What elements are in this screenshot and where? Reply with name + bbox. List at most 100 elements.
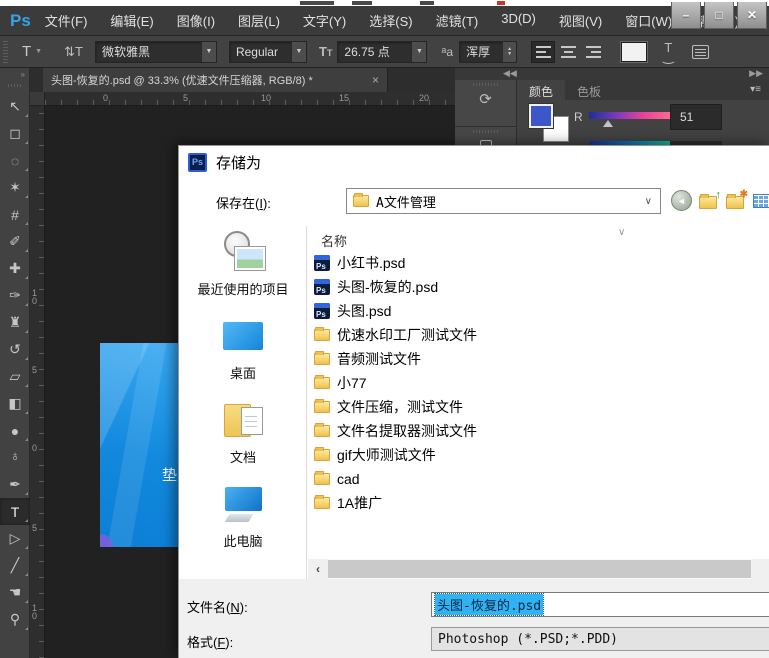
file-list-row[interactable]: 文件名提取器测试文件 2023/2/24 [308,419,769,443]
color-panel-body: R 51 [517,100,769,145]
tool-button[interactable]: ◧ [0,390,30,417]
tool-button[interactable]: ⚲ [0,606,30,633]
panel-tab[interactable]: 颜色 [517,80,565,100]
close-tab-icon[interactable]: × [372,73,379,87]
align-right-button[interactable] [581,41,605,63]
menu-item[interactable]: 窗口(W) [625,11,672,30]
new-folder-button[interactable]: ✱ [726,192,746,210]
tool-button[interactable]: ● [0,417,30,444]
tool-button[interactable]: ✚ [0,255,30,282]
file-type-icon [314,425,330,437]
menu-item[interactable]: 选择(S) [369,11,412,30]
font-style-select[interactable]: Regular ▼ [229,41,307,63]
document-artwork[interactable]: 垫 [100,343,178,547]
file-list-row[interactable]: gif大师测试文件 2023/3/2 星 [308,443,769,467]
file-list-row[interactable]: 小77 2023/2/24 [308,371,769,395]
tool-button[interactable]: ◻ [0,120,30,147]
menu-item[interactable]: 视图(V) [559,11,602,30]
format-select[interactable]: Photoshop (*.PSD;*.PDD) [431,627,769,651]
slider-handle[interactable] [603,120,613,127]
drag-grip-icon[interactable] [3,41,8,63]
tool-button[interactable]: ▱ [0,363,30,390]
sidebar-place-item[interactable]: 文档 [180,399,306,466]
anti-alias-select[interactable]: 浑厚 ▲▼ [459,41,517,63]
tool-button[interactable]: ✐ [0,228,30,255]
folder-icon [699,196,717,209]
text-color-swatch[interactable] [621,42,647,62]
window-control-button[interactable]: ✕ [737,2,767,29]
scroll-left-button[interactable]: ‹ [308,559,328,579]
chevron-down-icon[interactable]: ▼ [201,42,216,62]
tool-preset-picker[interactable]: T▼ [22,43,42,60]
foreground-color-swatch[interactable] [529,104,553,128]
file-list-row[interactable]: 头图-恢复的.psd 2023/4/20 [308,275,769,299]
tool-button[interactable]: T [0,498,30,525]
file-list-row[interactable]: 1A推广 2023/4/21 [308,491,769,515]
drag-grip-icon[interactable] [8,84,22,87]
menu-item[interactable]: 文件(F) [45,11,88,30]
sidebar-place-item[interactable]: 此电脑 [180,483,306,550]
red-channel-slider[interactable] [589,112,671,119]
file-list-row[interactable]: 优速水印工厂测试文件 2023/3/6 星 [308,323,769,347]
menu-item[interactable]: 图像(I) [177,11,215,30]
tool-button[interactable]: ✒ [0,471,30,498]
file-list-row[interactable]: 音频测试文件 2023/2/24 [308,347,769,371]
save-in-select[interactable]: A文件管理 ∨ [346,188,661,214]
panel-tab[interactable]: 色板 [565,80,613,100]
collapse-panels-icon[interactable]: ◀◀ [503,68,517,79]
chevron-down-icon[interactable]: ▼ [291,42,306,62]
tool-button[interactable]: ↖ [0,93,30,120]
up-one-level-button[interactable]: ↑ [699,192,719,210]
chevron-down-icon[interactable]: ∨ [645,196,652,207]
align-left-button[interactable] [531,41,555,63]
file-list-row[interactable]: 头图.psd 2023/4/18 [308,299,769,323]
tool-button[interactable]: ↺ [0,336,30,363]
tool-button[interactable]: ✑ [0,282,30,309]
tool-button[interactable]: ╱ [0,552,30,579]
chevron-down-icon[interactable]: ▼ [411,42,426,62]
dialog-titlebar[interactable]: Ps 存储为 [179,146,769,178]
font-family-select[interactable]: 微软雅黑 ▼ [95,41,217,63]
history-panel-button[interactable]: ⟳ [455,83,516,127]
tool-button[interactable]: ✶ [0,174,30,201]
scrollbar-thumb[interactable] [328,560,751,578]
file-list-row[interactable]: cad 2023/2/24 [308,467,769,491]
menu-item[interactable]: 图层(L) [238,11,280,30]
menu-item[interactable]: 滤镜(T) [436,11,479,30]
menu-item[interactable]: 编辑(E) [110,11,153,30]
chevron-icon[interactable]: ∨ [618,227,625,238]
window-control-button[interactable]: □ [704,2,734,29]
scrollbar-track[interactable] [751,559,769,579]
tool-button[interactable]: ♜ [0,309,30,336]
back-button[interactable]: ◄ [671,190,692,211]
expand-panels-icon[interactable]: ▶▶ [749,68,763,79]
panel-icon-strip: ⟳ [455,80,517,145]
red-channel-value[interactable]: 51 [670,104,722,130]
tool-button[interactable]: ▷ [0,525,30,552]
place-icon [219,399,267,443]
toggle-panels-icon[interactable] [692,45,709,59]
sidebar-place-item[interactable]: 桌面 [180,315,306,382]
align-center-button[interactable] [556,41,580,63]
tool-button[interactable]: # [0,201,30,228]
collapse-toolbar-icon[interactable]: » [0,68,29,82]
sidebar-place-item[interactable]: 最近使用的项目 [180,231,306,298]
tool-button[interactable]: ♀ [0,444,30,471]
warp-text-icon[interactable]: T‿ [663,43,673,61]
horizontal-scrollbar[interactable]: ‹ [308,559,769,579]
file-name-input[interactable]: 头图-恢复的.psd [431,592,769,617]
panel-menu-icon[interactable]: ▾≡ [750,84,761,95]
tool-button[interactable]: ☚ [0,579,30,606]
text-orientation-icon[interactable]: ⇅T [64,44,83,60]
menu-item[interactable]: 3D(D) [501,11,536,30]
spinner-icon[interactable]: ▲▼ [502,42,516,62]
file-list-row[interactable]: 小红书.psd 2023/3/31 [308,251,769,275]
tool-button[interactable]: ◌ [0,147,30,174]
file-list-row[interactable]: 文件压缩，测试文件 2023/2/24 [308,395,769,419]
window-control-button[interactable]: – [671,2,701,29]
menu-item[interactable]: 文字(Y) [303,11,346,30]
column-header-name[interactable]: 名称 [321,231,347,250]
document-tab[interactable]: 头图-恢复的.psd @ 33.3% (优速文件压缩器, RGB/8) * × [43,68,388,92]
font-size-select[interactable]: 26.75 点 ▼ [337,41,427,63]
view-menu-button[interactable] [753,194,769,208]
